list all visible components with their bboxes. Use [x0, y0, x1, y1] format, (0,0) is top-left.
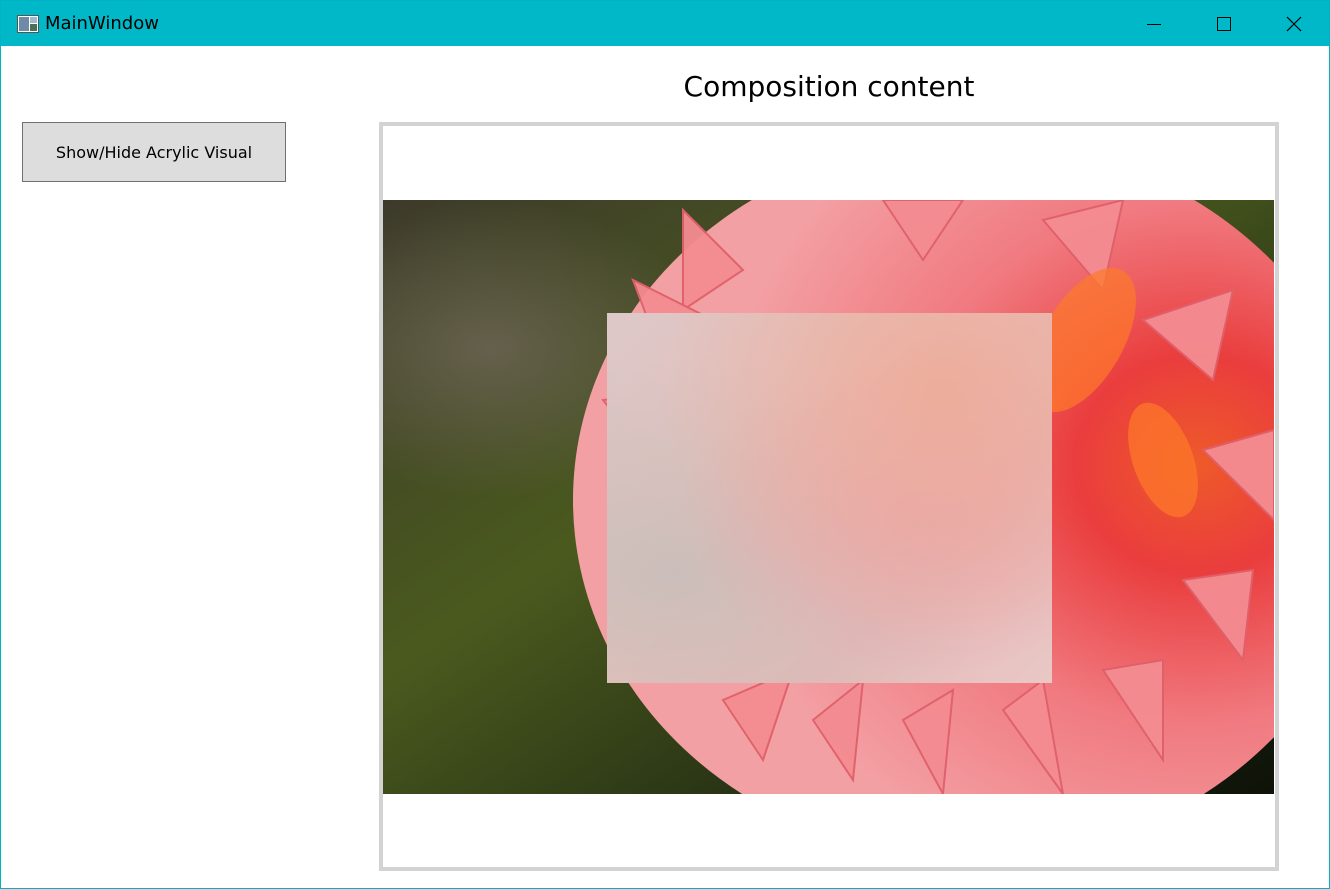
- minimize-button[interactable]: [1119, 1, 1189, 46]
- minimize-icon: [1147, 24, 1161, 25]
- main-window: MainWindow Show/Hide Acrylic Visual Comp…: [0, 0, 1330, 889]
- show-hide-acrylic-button[interactable]: Show/Hide Acrylic Visual: [22, 122, 286, 182]
- maximize-button[interactable]: [1189, 1, 1259, 46]
- title-bar[interactable]: MainWindow: [1, 1, 1329, 46]
- acrylic-visual: [607, 313, 1052, 683]
- composition-heading: Composition content: [683, 70, 975, 103]
- maximize-icon: [1217, 17, 1231, 31]
- app-icon: [17, 15, 39, 33]
- close-icon: [1286, 16, 1302, 32]
- window-title: MainWindow: [45, 13, 159, 34]
- close-button[interactable]: [1259, 1, 1329, 46]
